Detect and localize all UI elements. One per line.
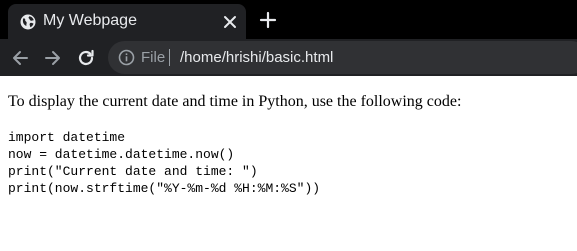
- page-content: To display the current date and time in …: [0, 76, 577, 251]
- close-icon[interactable]: [223, 15, 237, 29]
- browser-window: My Webpage File /home/hrishi/basic.html …: [0, 0, 577, 251]
- reload-icon[interactable]: [76, 48, 96, 68]
- code-line: print(now.strftime("%Y-%m-%d %H:%M:%S")): [8, 181, 321, 196]
- tab-title: My Webpage: [43, 12, 137, 29]
- info-icon[interactable]: [118, 49, 135, 66]
- address-bar[interactable]: File /home/hrishi/basic.html: [108, 41, 577, 74]
- plus-icon[interactable]: [259, 11, 277, 29]
- omnibox-divider: [169, 49, 170, 66]
- tab-strip: My Webpage: [0, 0, 577, 39]
- arrow-right-icon[interactable]: [43, 48, 63, 68]
- intro-paragraph: To display the current date and time in …: [8, 93, 462, 110]
- toolbar: File /home/hrishi/basic.html: [0, 39, 577, 76]
- globe-icon: [20, 14, 36, 30]
- arrow-left-icon[interactable]: [10, 48, 30, 68]
- tab-active[interactable]: My Webpage: [8, 4, 246, 39]
- scheme-label: File: [141, 49, 166, 66]
- code-line: import datetime: [8, 130, 126, 145]
- code-line: now = datetime.datetime.now(): [8, 147, 235, 162]
- code-block: import datetime now = datetime.datetime.…: [8, 129, 320, 197]
- code-line: print("Current date and time: "): [8, 164, 258, 179]
- url-text[interactable]: /home/hrishi/basic.html: [180, 48, 333, 67]
